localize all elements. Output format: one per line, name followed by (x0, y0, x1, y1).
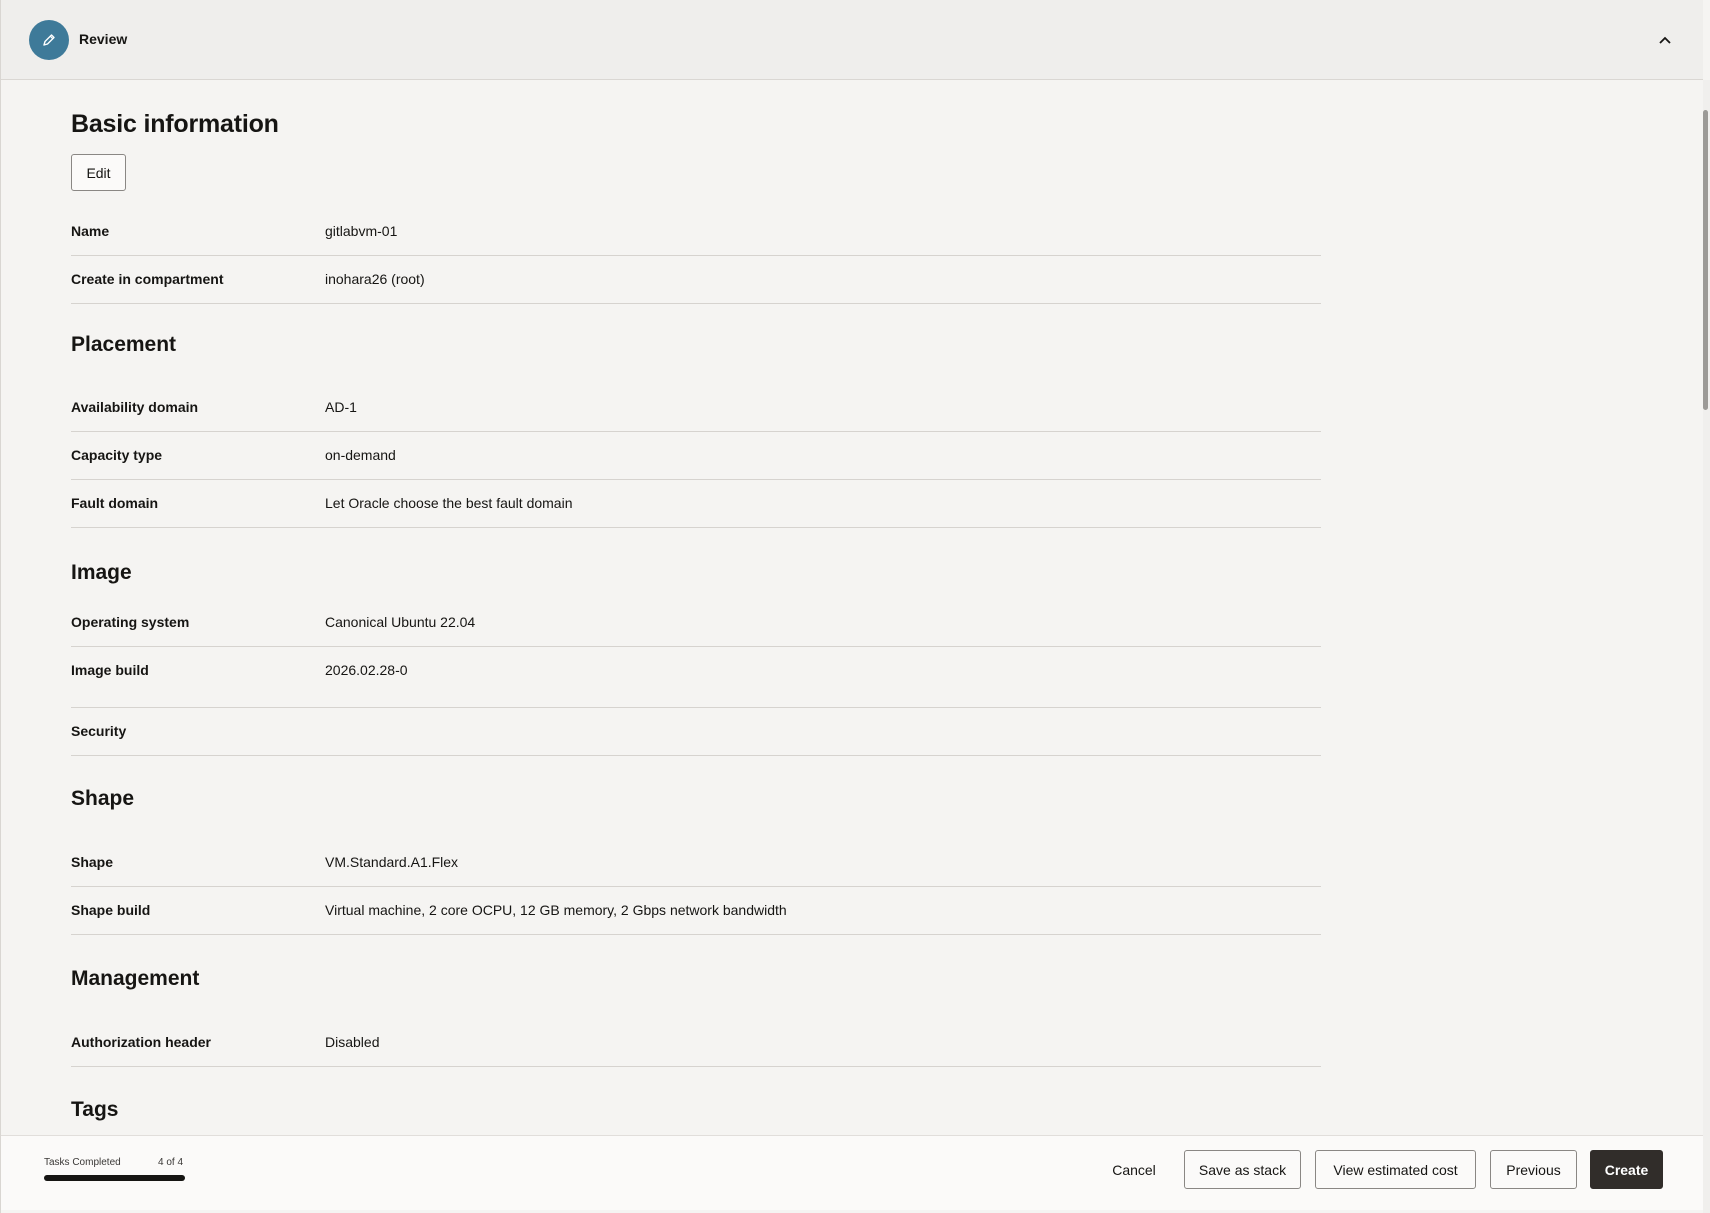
row-value: gitlabvm-01 (325, 223, 398, 239)
section-title-tags: Tags (71, 1098, 119, 1121)
save-as-stack-button[interactable]: Save as stack (1184, 1150, 1301, 1189)
row-label: Image build (71, 662, 149, 678)
scrollbar-thumb[interactable] (1703, 110, 1708, 410)
pencil-icon (29, 20, 69, 60)
row-label: Capacity type (71, 447, 163, 463)
row-value: VM.Standard.A1.Flex (325, 854, 459, 870)
row-label: Operating system (71, 614, 190, 630)
footer-bar: Tasks Completed 4 of 4 Cancel Save as st… (1, 1135, 1703, 1210)
info-row: Name gitlabvm-01 (71, 208, 1321, 256)
previous-button[interactable]: Previous (1490, 1150, 1577, 1189)
info-row: Availability domain AD-1 (71, 384, 1321, 432)
tasks-progress-fill (44, 1175, 185, 1181)
row-label: Shape build (71, 902, 151, 918)
create-button[interactable]: Create (1590, 1150, 1663, 1189)
row-value: inohara26 (root) (325, 271, 425, 287)
chevron-up-icon[interactable] (1653, 28, 1677, 52)
row-value: AD-1 (325, 399, 357, 415)
section-title-shape: Shape (71, 787, 135, 810)
info-row: Shape VM.Standard.A1.Flex (71, 839, 1321, 887)
row-label: Create in compartment (71, 271, 224, 287)
row-label: Fault domain (71, 495, 159, 511)
cancel-button[interactable]: Cancel (1095, 1150, 1173, 1189)
step-header[interactable]: Review (1, 0, 1703, 80)
section-title-management: Management (71, 967, 200, 990)
row-value: Disabled (325, 1034, 380, 1050)
section-title-image: Image (71, 561, 132, 584)
info-row: Security (71, 708, 1321, 756)
section-title-basic-information: Basic information (71, 110, 279, 138)
row-value: 2026.02.28-0 (325, 662, 408, 678)
scrollbar[interactable] (1703, 80, 1710, 1213)
row-value: Let Oracle choose the best fault domain (325, 495, 573, 511)
step-title: Review (79, 31, 128, 47)
section-title-placement: Placement (71, 333, 177, 356)
info-row: Capacity type on-demand (71, 432, 1321, 480)
row-value: Virtual machine, 2 core OCPU, 12 GB memo… (325, 902, 787, 918)
info-row: Fault domain Let Oracle choose the best … (71, 480, 1321, 528)
row-value: on-demand (325, 447, 396, 463)
info-row: Image build 2026.02.28-0 (71, 647, 1321, 708)
row-label: Shape (71, 854, 114, 870)
info-row: Authorization header Disabled (71, 1019, 1321, 1067)
edit-button[interactable]: Edit (71, 154, 126, 191)
row-value: Canonical Ubuntu 22.04 (325, 614, 476, 630)
row-label: Name (71, 223, 110, 239)
tasks-completed-count: 4 of 4 (158, 1157, 184, 1168)
row-label: Availability domain (71, 399, 199, 415)
tasks-progress-bar (44, 1175, 185, 1181)
tasks-completed-label: Tasks Completed (44, 1157, 121, 1168)
info-row: Operating system Canonical Ubuntu 22.04 (71, 599, 1321, 647)
info-row: Shape build Virtual machine, 2 core OCPU… (71, 887, 1321, 935)
row-label: Authorization header (71, 1034, 212, 1050)
row-label: Security (71, 723, 127, 739)
view-estimated-cost-button[interactable]: View estimated cost (1315, 1150, 1476, 1189)
info-row: Create in compartment inohara26 (root) (71, 256, 1321, 304)
